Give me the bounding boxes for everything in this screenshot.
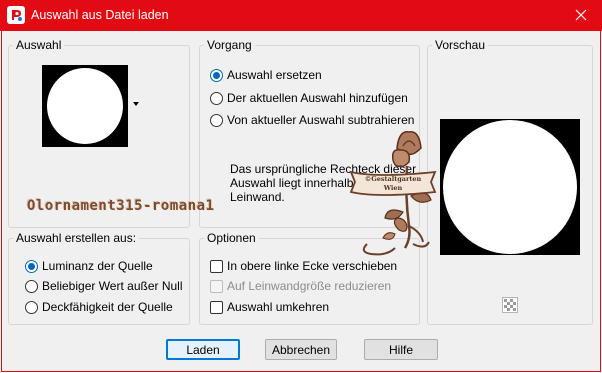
watermark-text: Olornament315-romana1: [27, 198, 215, 214]
radio-deckfaehigkeit[interactable]: Deckfähigkeit der Quelle: [25, 300, 173, 314]
radio-dot: [210, 91, 223, 105]
checkbox-label: Auf Leinwandgröße reduzieren: [227, 279, 392, 293]
checkbox-box: [210, 259, 223, 273]
preview-image: [440, 119, 580, 255]
radio-label: Deckfähigkeit der Quelle: [42, 300, 173, 314]
radio-label: Der aktuellen Auswahl hinzufügen: [227, 91, 408, 105]
radio-auswahl-ersetzen[interactable]: Auswahl ersetzen: [210, 68, 322, 82]
radio-luminanz[interactable]: Luminanz der Quelle: [25, 259, 153, 273]
selection-thumbnail-circle: [47, 68, 123, 144]
window-title: Auswahl aus Datei laden: [31, 8, 169, 22]
checkbox-label: Auswahl umkehren: [227, 300, 330, 314]
svg-text:Wien: Wien: [383, 184, 403, 192]
radio-label: Auswahl ersetzen: [227, 68, 322, 82]
erstellen-legend: Auswahl erstellen aus:: [13, 231, 140, 245]
close-button[interactable]: [566, 3, 596, 27]
checkbox-box: [210, 300, 223, 314]
vorschau-legend: Vorschau: [432, 38, 489, 52]
gestaltgarten-logo: ©Gestaltgarten Wien: [349, 131, 437, 256]
radio-label: Beliebiger Wert außer Null: [42, 279, 183, 293]
radio-dot: [25, 279, 38, 293]
radio-beliebiger-wert[interactable]: Beliebiger Wert außer Null: [25, 279, 183, 293]
abbrechen-button[interactable]: Abbrechen: [265, 339, 337, 360]
vorgang-legend: Vorgang: [204, 38, 255, 52]
checkbox-box: [210, 279, 223, 293]
transparency-checker-icon: [504, 299, 516, 311]
checkbox-auswahl-umkehren[interactable]: Auswahl umkehren: [210, 300, 329, 314]
auswahl-legend: Auswahl: [13, 38, 65, 52]
laden-button[interactable]: Laden: [166, 339, 240, 360]
checkbox-leinwandgroesse: Auf Leinwandgröße reduzieren: [210, 279, 391, 293]
selection-thumbnail[interactable]: [42, 65, 128, 147]
checkbox-obere-linke-ecke[interactable]: In obere linke Ecke verschieben: [210, 259, 397, 273]
radio-auswahl-hinzufuegen[interactable]: Der aktuellen Auswahl hinzufügen: [210, 91, 408, 105]
radio-dot: [210, 113, 223, 127]
radio-auswahl-subtrahieren[interactable]: Von aktueller Auswahl subtrahieren: [210, 113, 414, 127]
transparency-toggle-button[interactable]: [502, 297, 518, 313]
dropdown-arrow-icon[interactable]: [133, 102, 139, 106]
checkbox-label: In obere linke Ecke verschieben: [227, 259, 398, 273]
close-icon: [575, 9, 587, 21]
hilfe-button[interactable]: Hilfe: [364, 339, 438, 360]
radio-dot: [210, 68, 223, 82]
paintshop-icon: [7, 6, 25, 24]
svg-text:©Gestaltgarten: ©Gestaltgarten: [365, 175, 422, 183]
optionen-legend: Optionen: [204, 231, 259, 245]
preview-circle: [443, 120, 577, 254]
title-bar: Auswahl aus Datei laden: [0, 0, 602, 31]
radio-dot: [25, 300, 38, 314]
radio-label: Von aktueller Auswahl subtrahieren: [227, 113, 415, 127]
radio-label: Luminanz der Quelle: [42, 259, 153, 273]
radio-dot: [25, 259, 38, 273]
